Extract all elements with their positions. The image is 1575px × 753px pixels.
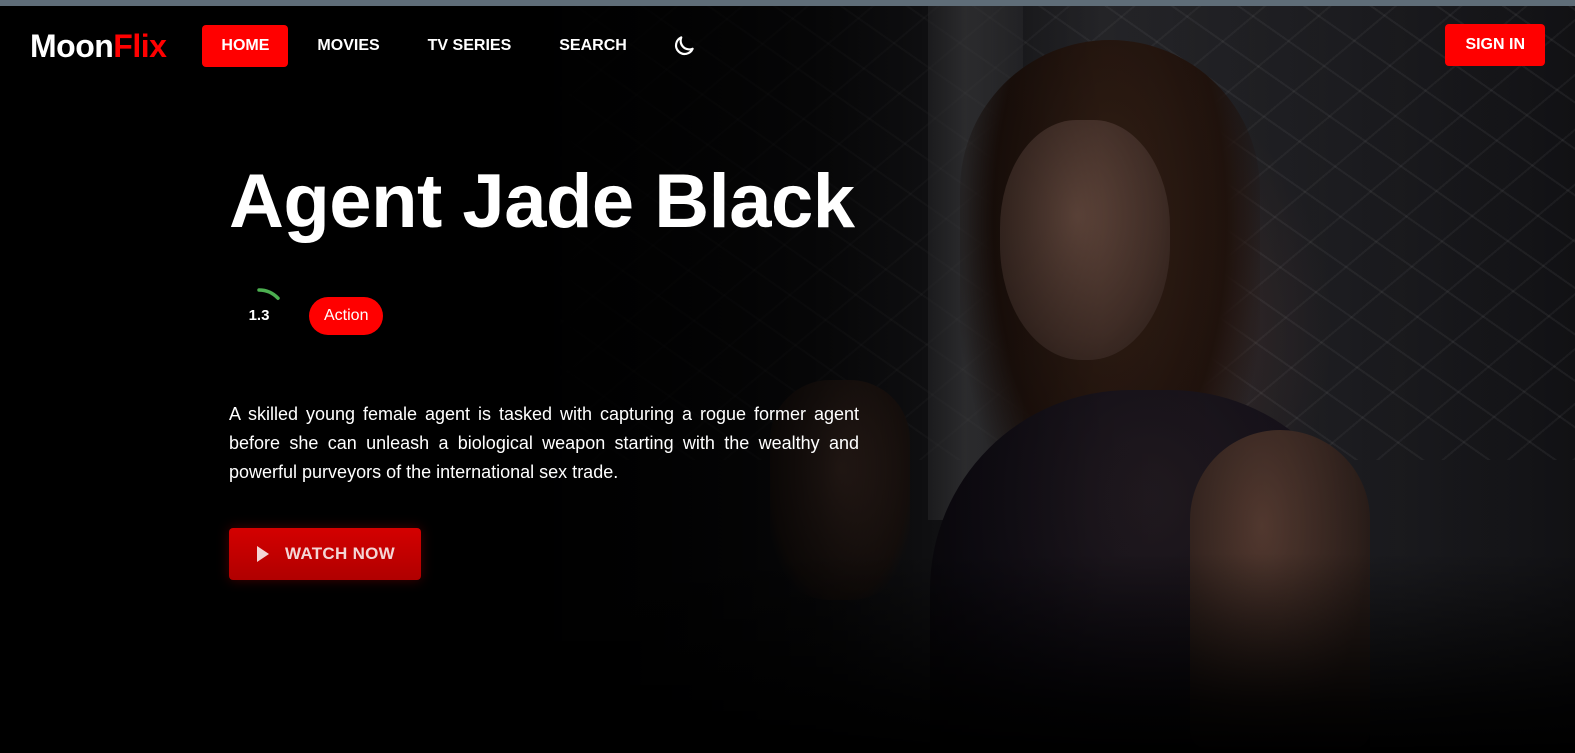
logo-part-moon: Moon: [30, 27, 114, 64]
watch-now-button[interactable]: WATCH NOW: [229, 527, 422, 580]
hero-content: Agent Jade Black 1.3 Action A skilled yo…: [229, 150, 869, 580]
moon-icon: [674, 36, 694, 56]
play-icon: [257, 545, 269, 562]
sign-in-button[interactable]: SIGN IN: [1445, 24, 1545, 66]
nav-links: HOME MOVIES TV SERIES SEARCH: [202, 25, 645, 67]
rating-value: 1.3: [248, 307, 270, 325]
watch-now-label: WATCH NOW: [285, 543, 396, 563]
nav-search-link[interactable]: SEARCH: [540, 25, 646, 67]
rating-circle: 1.3: [229, 286, 289, 346]
nav-movies-link[interactable]: MOVIES: [298, 25, 398, 67]
movie-meta: 1.3 Action: [229, 286, 869, 346]
nav-home-link[interactable]: HOME: [202, 25, 289, 67]
logo-part-flix: Flix: [113, 27, 167, 64]
movie-title: Agent Jade Black: [229, 159, 855, 244]
genre-badge[interactable]: Action: [309, 296, 384, 335]
theme-toggle-button[interactable]: [664, 26, 704, 66]
backdrop-bottom-shade: [0, 553, 1575, 753]
nav-tv-series-link[interactable]: TV SERIES: [409, 25, 531, 67]
site-logo[interactable]: MoonFlix: [30, 27, 167, 65]
top-navigation: MoonFlix HOME MOVIES TV SERIES SEARCH SI…: [0, 6, 1575, 86]
movie-overview: A skilled young female agent is tasked w…: [229, 403, 859, 482]
page: MoonFlix HOME MOVIES TV SERIES SEARCH SI…: [0, 0, 1575, 753]
